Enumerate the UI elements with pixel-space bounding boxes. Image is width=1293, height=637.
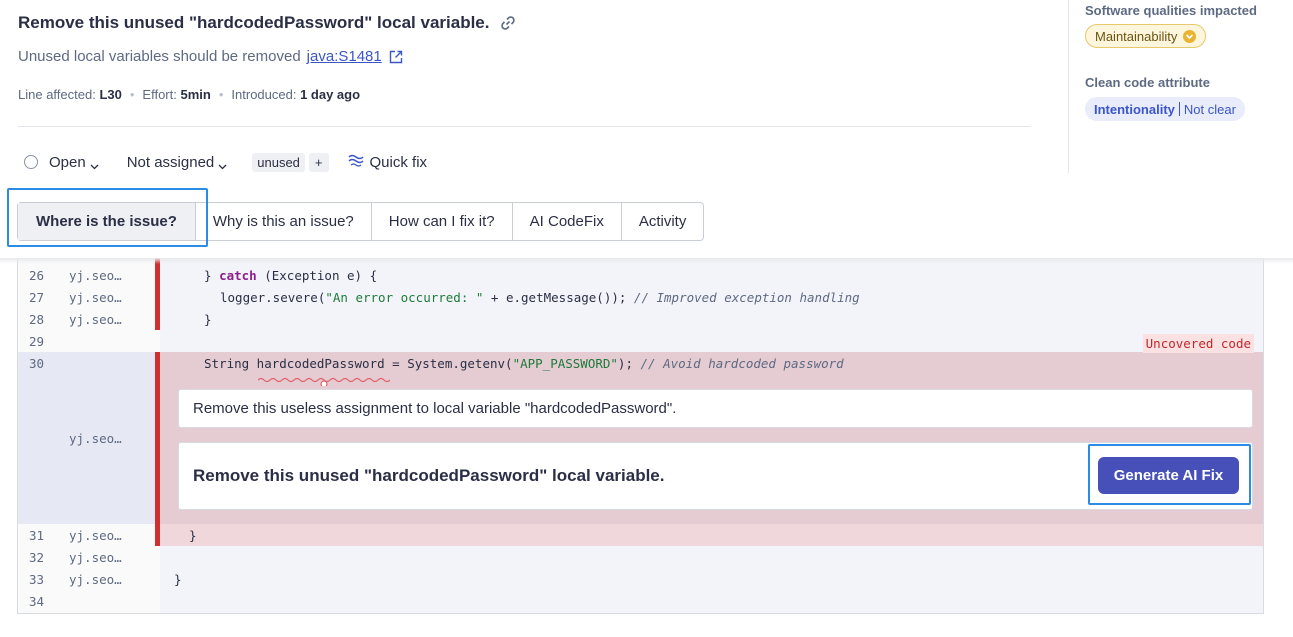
quick-fix-label: Quick fix xyxy=(369,153,428,171)
blame-author[interactable]: yj.seo… xyxy=(69,550,122,565)
issue-title-row: Remove this unused "hardcodedPassword" l… xyxy=(18,13,517,33)
rule-line: Unused local variables should be removed… xyxy=(18,48,404,65)
code-line: 31 yj.seo… } xyxy=(18,524,1263,546)
introduced: Introduced: 1 day ago xyxy=(231,87,361,102)
line-number: 32 xyxy=(28,550,44,565)
pipe-divider xyxy=(1178,102,1180,116)
rule-text: Unused local variables should be removed xyxy=(18,48,301,65)
issue-actions: Open Not assigned unused + Quick fix xyxy=(18,150,427,174)
code-text: } xyxy=(174,572,182,587)
attribute-label: Intentionality xyxy=(1094,101,1175,117)
blame-author[interactable]: yj.seo… xyxy=(69,572,122,587)
code-line: 27 yj.seo… logger.severe("An error occur… xyxy=(18,286,1263,308)
code-text: String hardcodedPassword = System.getenv… xyxy=(204,356,844,371)
assignee-dropdown[interactable]: Not assigned xyxy=(127,154,228,171)
code-line: 26 yj.seo… } catch (Exception e) { xyxy=(18,264,1263,286)
divider xyxy=(18,126,1031,127)
blame-author[interactable]: yj.seo… xyxy=(69,528,122,543)
qualities-heading: Software qualities impacted xyxy=(1085,3,1257,18)
blame-author[interactable]: yj.seo… xyxy=(69,431,122,446)
tab-why-is-this-an-issue[interactable]: Why is this an issue? xyxy=(196,203,372,240)
issue-header: Remove this unused "hardcodedPassword" l… xyxy=(0,0,1293,258)
tag-chip[interactable]: unused xyxy=(252,152,305,172)
meta-separator: • xyxy=(218,87,224,102)
code-line: 32 yj.seo… xyxy=(18,546,1263,568)
clean-code-attribute-badge[interactable]: Intentionality Not clear xyxy=(1085,97,1245,121)
status-circle-icon xyxy=(24,155,38,169)
uncovered-marker xyxy=(155,352,160,546)
code-line: 33 yj.seo… } xyxy=(18,568,1263,590)
code-line: 28 yj.seo… } xyxy=(18,308,1263,330)
header-shadow xyxy=(0,258,1293,264)
severity-medium-icon xyxy=(1183,29,1197,43)
issue-title: Remove this unused "hardcodedPassword" l… xyxy=(18,13,490,32)
tab-focus-highlight xyxy=(7,188,208,247)
chevron-down-icon xyxy=(90,158,99,169)
code-text: } xyxy=(189,528,197,543)
line-number: 28 xyxy=(28,312,44,327)
line-number: 31 xyxy=(28,528,44,543)
generate-ai-fix-button[interactable]: Generate AI Fix xyxy=(1098,457,1239,494)
code-text: } catch (Exception e) { xyxy=(204,268,378,283)
code-text: } xyxy=(204,312,212,327)
code-text: logger.severe("An error occurred: " + e.… xyxy=(220,290,860,305)
code-line: 30 String hardcodedPassword = System.get… xyxy=(18,352,1263,374)
line-affected: Line affected: L30 xyxy=(18,87,122,102)
external-link-icon[interactable] xyxy=(388,49,404,65)
status-dropdown[interactable]: Open xyxy=(18,154,99,171)
line-number: 34 xyxy=(28,594,44,609)
line-number: 26 xyxy=(28,268,44,283)
line-number: 27 xyxy=(28,290,44,305)
maintainability-badge[interactable]: Maintainability xyxy=(1085,24,1207,48)
line-number: 30 xyxy=(28,356,44,371)
issue-meta: Line affected: L30 • Effort: 5min • Intr… xyxy=(18,87,360,102)
uncovered-code-label: Uncovered code xyxy=(1142,334,1254,353)
rule-link[interactable]: java:S1481 xyxy=(307,48,382,65)
quick-fix-icon xyxy=(347,153,365,171)
tab-how-can-i-fix-it[interactable]: How can I fix it? xyxy=(372,203,513,240)
assignee-label: Not assigned xyxy=(126,153,215,171)
meta-separator: • xyxy=(129,87,135,102)
tab-ai-codefix[interactable]: AI CodeFix xyxy=(513,203,622,240)
add-tag-button[interactable]: + xyxy=(308,152,329,172)
effort: Effort: 5min xyxy=(142,87,211,102)
secondary-issue-message[interactable]: Remove this useless assignment to local … xyxy=(178,389,1253,428)
blame-author[interactable]: yj.seo… xyxy=(69,312,122,327)
tab-activity[interactable]: Activity xyxy=(622,203,704,240)
blame-author[interactable]: yj.seo… xyxy=(69,290,122,305)
status-label: Open xyxy=(49,153,86,171)
chevron-down-icon xyxy=(218,158,227,169)
permalink-icon[interactable] xyxy=(499,14,517,32)
code-line: 29 xyxy=(18,330,1263,352)
code-line: 34 xyxy=(18,590,1263,612)
quick-fix-indicator: Quick fix xyxy=(347,153,428,171)
attribute-detail: Not clear xyxy=(1183,101,1236,117)
code-viewer: 26 yj.seo… } catch (Exception e) { 27 yj… xyxy=(17,258,1264,614)
quality-label: Maintainability xyxy=(1095,28,1178,44)
primary-issue-text: Remove this unused "hardcodedPassword" l… xyxy=(193,466,665,485)
line-number: 29 xyxy=(28,334,44,349)
sidebar-divider xyxy=(1068,0,1069,173)
blame-author[interactable]: yj.seo… xyxy=(69,268,122,283)
line-number: 33 xyxy=(28,572,44,587)
clean-code-heading: Clean code attribute xyxy=(1085,75,1210,90)
